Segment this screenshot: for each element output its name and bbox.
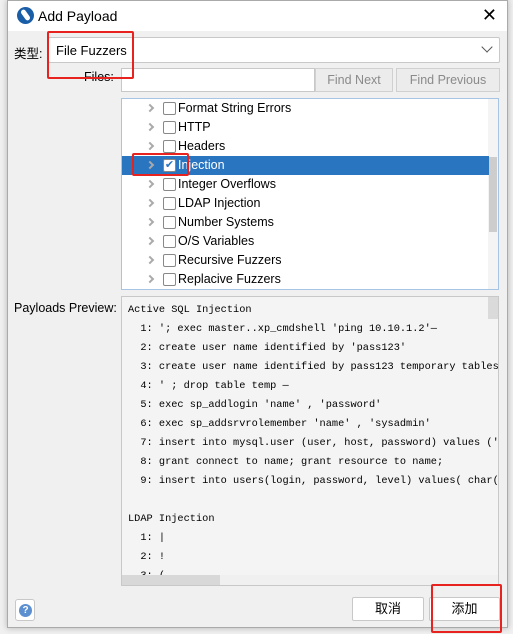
- expand-arrow-icon[interactable]: [145, 236, 155, 246]
- checkbox[interactable]: [163, 273, 176, 286]
- expand-arrow-icon[interactable]: [145, 141, 155, 151]
- tree-item-label: Format String Errors: [178, 101, 292, 115]
- preview-line: 9: insert into users(login, password, le…: [128, 475, 499, 487]
- tree-item[interactable]: Integer Overflows: [122, 175, 489, 194]
- tree-item-label: Recursive Fuzzers: [178, 253, 282, 267]
- checkbox[interactable]: [163, 197, 176, 210]
- checkbox[interactable]: [163, 140, 176, 153]
- help-button[interactable]: ?: [15, 599, 35, 621]
- preview-vscroll-thumb[interactable]: [488, 297, 498, 319]
- expand-arrow-icon[interactable]: [145, 179, 155, 189]
- preview-line: 2: !: [128, 551, 166, 563]
- dialog-title: Add Payload: [38, 8, 118, 24]
- tree-item-label: Integer Overflows: [178, 177, 276, 191]
- files-input[interactable]: [121, 68, 315, 92]
- preview-line: 8: grant connect to name; grant resource…: [128, 456, 444, 468]
- tree-scrollbar[interactable]: [488, 99, 498, 289]
- expand-arrow-icon[interactable]: [145, 122, 155, 132]
- chevron-down-icon: [481, 41, 493, 53]
- preview-line: 6: exec sp_addsrvrolemember 'name' , 'sy…: [128, 418, 431, 430]
- tree-item[interactable]: Recursive Fuzzers: [122, 251, 489, 270]
- tree-item-label: Number Systems: [178, 215, 274, 229]
- tree-item[interactable]: LDAP Injection: [122, 194, 489, 213]
- title-bar: Add Payload ✕: [8, 1, 507, 31]
- tree-item-label: O/S Variables: [178, 234, 255, 248]
- tree-item[interactable]: O/S Variables: [122, 232, 489, 251]
- highlight-box-injection: [132, 153, 189, 176]
- checkbox[interactable]: [163, 178, 176, 191]
- preview-line: [128, 491, 498, 510]
- payloads-preview-label: Payloads Preview:: [14, 301, 117, 315]
- expand-arrow-icon[interactable]: [145, 198, 155, 208]
- payloads-preview: Active SQL Injection 1: '; exec master..…: [121, 296, 499, 586]
- preview-line: Active SQL Injection: [128, 304, 252, 316]
- preview-line: LDAP Injection: [128, 513, 215, 525]
- tree-item[interactable]: Format String Errors: [122, 99, 489, 118]
- preview-line: 1: |: [128, 532, 166, 544]
- preview-line: 3: create user name identified by pass12…: [128, 361, 499, 373]
- find-previous-button[interactable]: Find Previous: [396, 68, 500, 92]
- type-label: 类型:: [14, 47, 43, 61]
- close-icon[interactable]: ✕: [482, 5, 497, 25]
- checkbox[interactable]: [163, 121, 176, 134]
- preview-line: 1: '; exec master..xp_cmdshell 'ping 10.…: [128, 323, 437, 335]
- tree-item[interactable]: HTTP: [122, 118, 489, 137]
- tree-item-label: HTTP: [178, 120, 211, 134]
- add-payload-dialog: Add Payload ✕ 类型: File Fuzzers Files: Fi…: [7, 0, 508, 633]
- expand-arrow-icon[interactable]: [145, 255, 155, 265]
- preview-line: 5: exec sp_addlogin 'name' , 'password': [128, 399, 382, 411]
- help-icon: ?: [19, 604, 32, 617]
- checkbox[interactable]: [163, 102, 176, 115]
- highlight-box-type: [47, 31, 134, 79]
- tree-item-label: LDAP Injection: [178, 196, 261, 210]
- payload-category-tree: Format String Errors HTTP Headers ✔ Injectio…: [121, 98, 499, 290]
- tree-item-label: Replacive Fuzzers: [178, 272, 281, 286]
- checkbox[interactable]: [163, 216, 176, 229]
- app-logo-icon: [17, 7, 34, 24]
- preview-line: 4: ' ; drop table temp —: [128, 380, 289, 392]
- preview-text: Active SQL Injection 1: '; exec master..…: [128, 301, 499, 585]
- find-next-button[interactable]: Find Next: [315, 68, 393, 92]
- checkbox[interactable]: [163, 254, 176, 267]
- expand-arrow-icon[interactable]: [145, 103, 155, 113]
- preview-line: 2: create user name identified by 'pass1…: [128, 342, 407, 354]
- expand-arrow-icon[interactable]: [145, 217, 155, 227]
- highlight-box-add: [431, 584, 502, 633]
- cancel-button[interactable]: 取消: [352, 597, 424, 621]
- tree-item[interactable]: Number Systems: [122, 213, 489, 232]
- checkbox[interactable]: [163, 235, 176, 248]
- preview-hscroll-thumb[interactable]: [122, 575, 220, 585]
- expand-arrow-icon[interactable]: [145, 274, 155, 284]
- preview-line: 7: insert into mysql.user (user, host, p…: [128, 437, 499, 449]
- tree-item[interactable]: Replacive Fuzzers: [122, 270, 489, 289]
- tree-scroll-thumb[interactable]: [489, 157, 497, 232]
